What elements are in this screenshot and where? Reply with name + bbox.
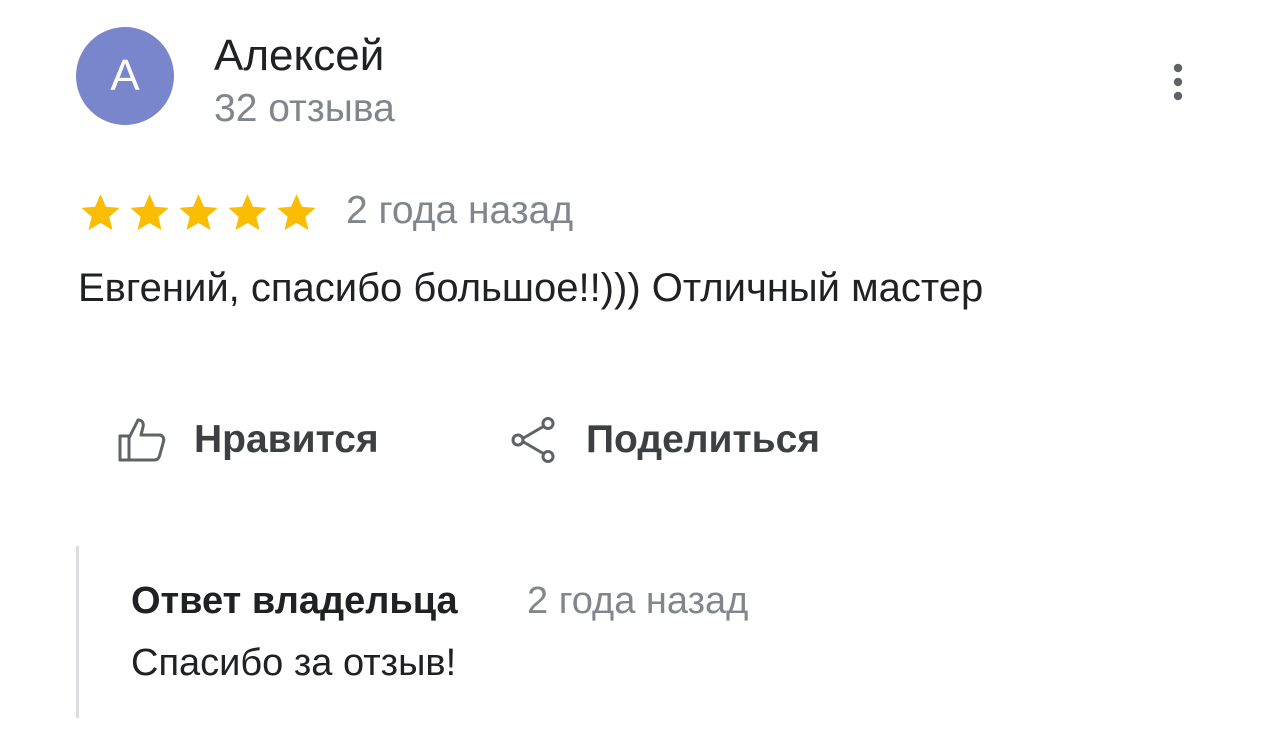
- star-icon: [277, 194, 316, 231]
- star-icon: [81, 194, 120, 231]
- share-button[interactable]: Поделиться: [508, 408, 820, 472]
- review-text: Евгений, спасибо большое!!))) Отличный м…: [78, 266, 984, 310]
- like-label: Нравится: [194, 418, 379, 461]
- star-icon: [130, 194, 169, 231]
- owner-response-title: Ответ владельца: [131, 580, 458, 622]
- avatar-initial: А: [110, 51, 140, 100]
- star-icon: [228, 194, 267, 231]
- author-name[interactable]: Алексей: [214, 30, 384, 82]
- owner-response-date: 2 года назад: [527, 580, 749, 622]
- author-review-count[interactable]: 32 отзыва: [214, 86, 395, 132]
- more-options-button[interactable]: [1158, 56, 1198, 108]
- star-icon: [179, 194, 218, 231]
- more-vert-icon: [1173, 63, 1183, 101]
- owner-response: Ответ владельца 2 года назад Спасибо за …: [76, 546, 1079, 718]
- thumb-up-icon: [118, 418, 166, 462]
- star-rating: [78, 190, 319, 235]
- share-icon: [511, 417, 555, 463]
- avatar[interactable]: А: [76, 27, 174, 125]
- owner-response-text: Спасибо за отзыв!: [131, 642, 457, 684]
- share-label: Поделиться: [586, 418, 821, 461]
- like-button[interactable]: Нравится: [116, 408, 379, 472]
- review-date: 2 года назад: [346, 189, 574, 232]
